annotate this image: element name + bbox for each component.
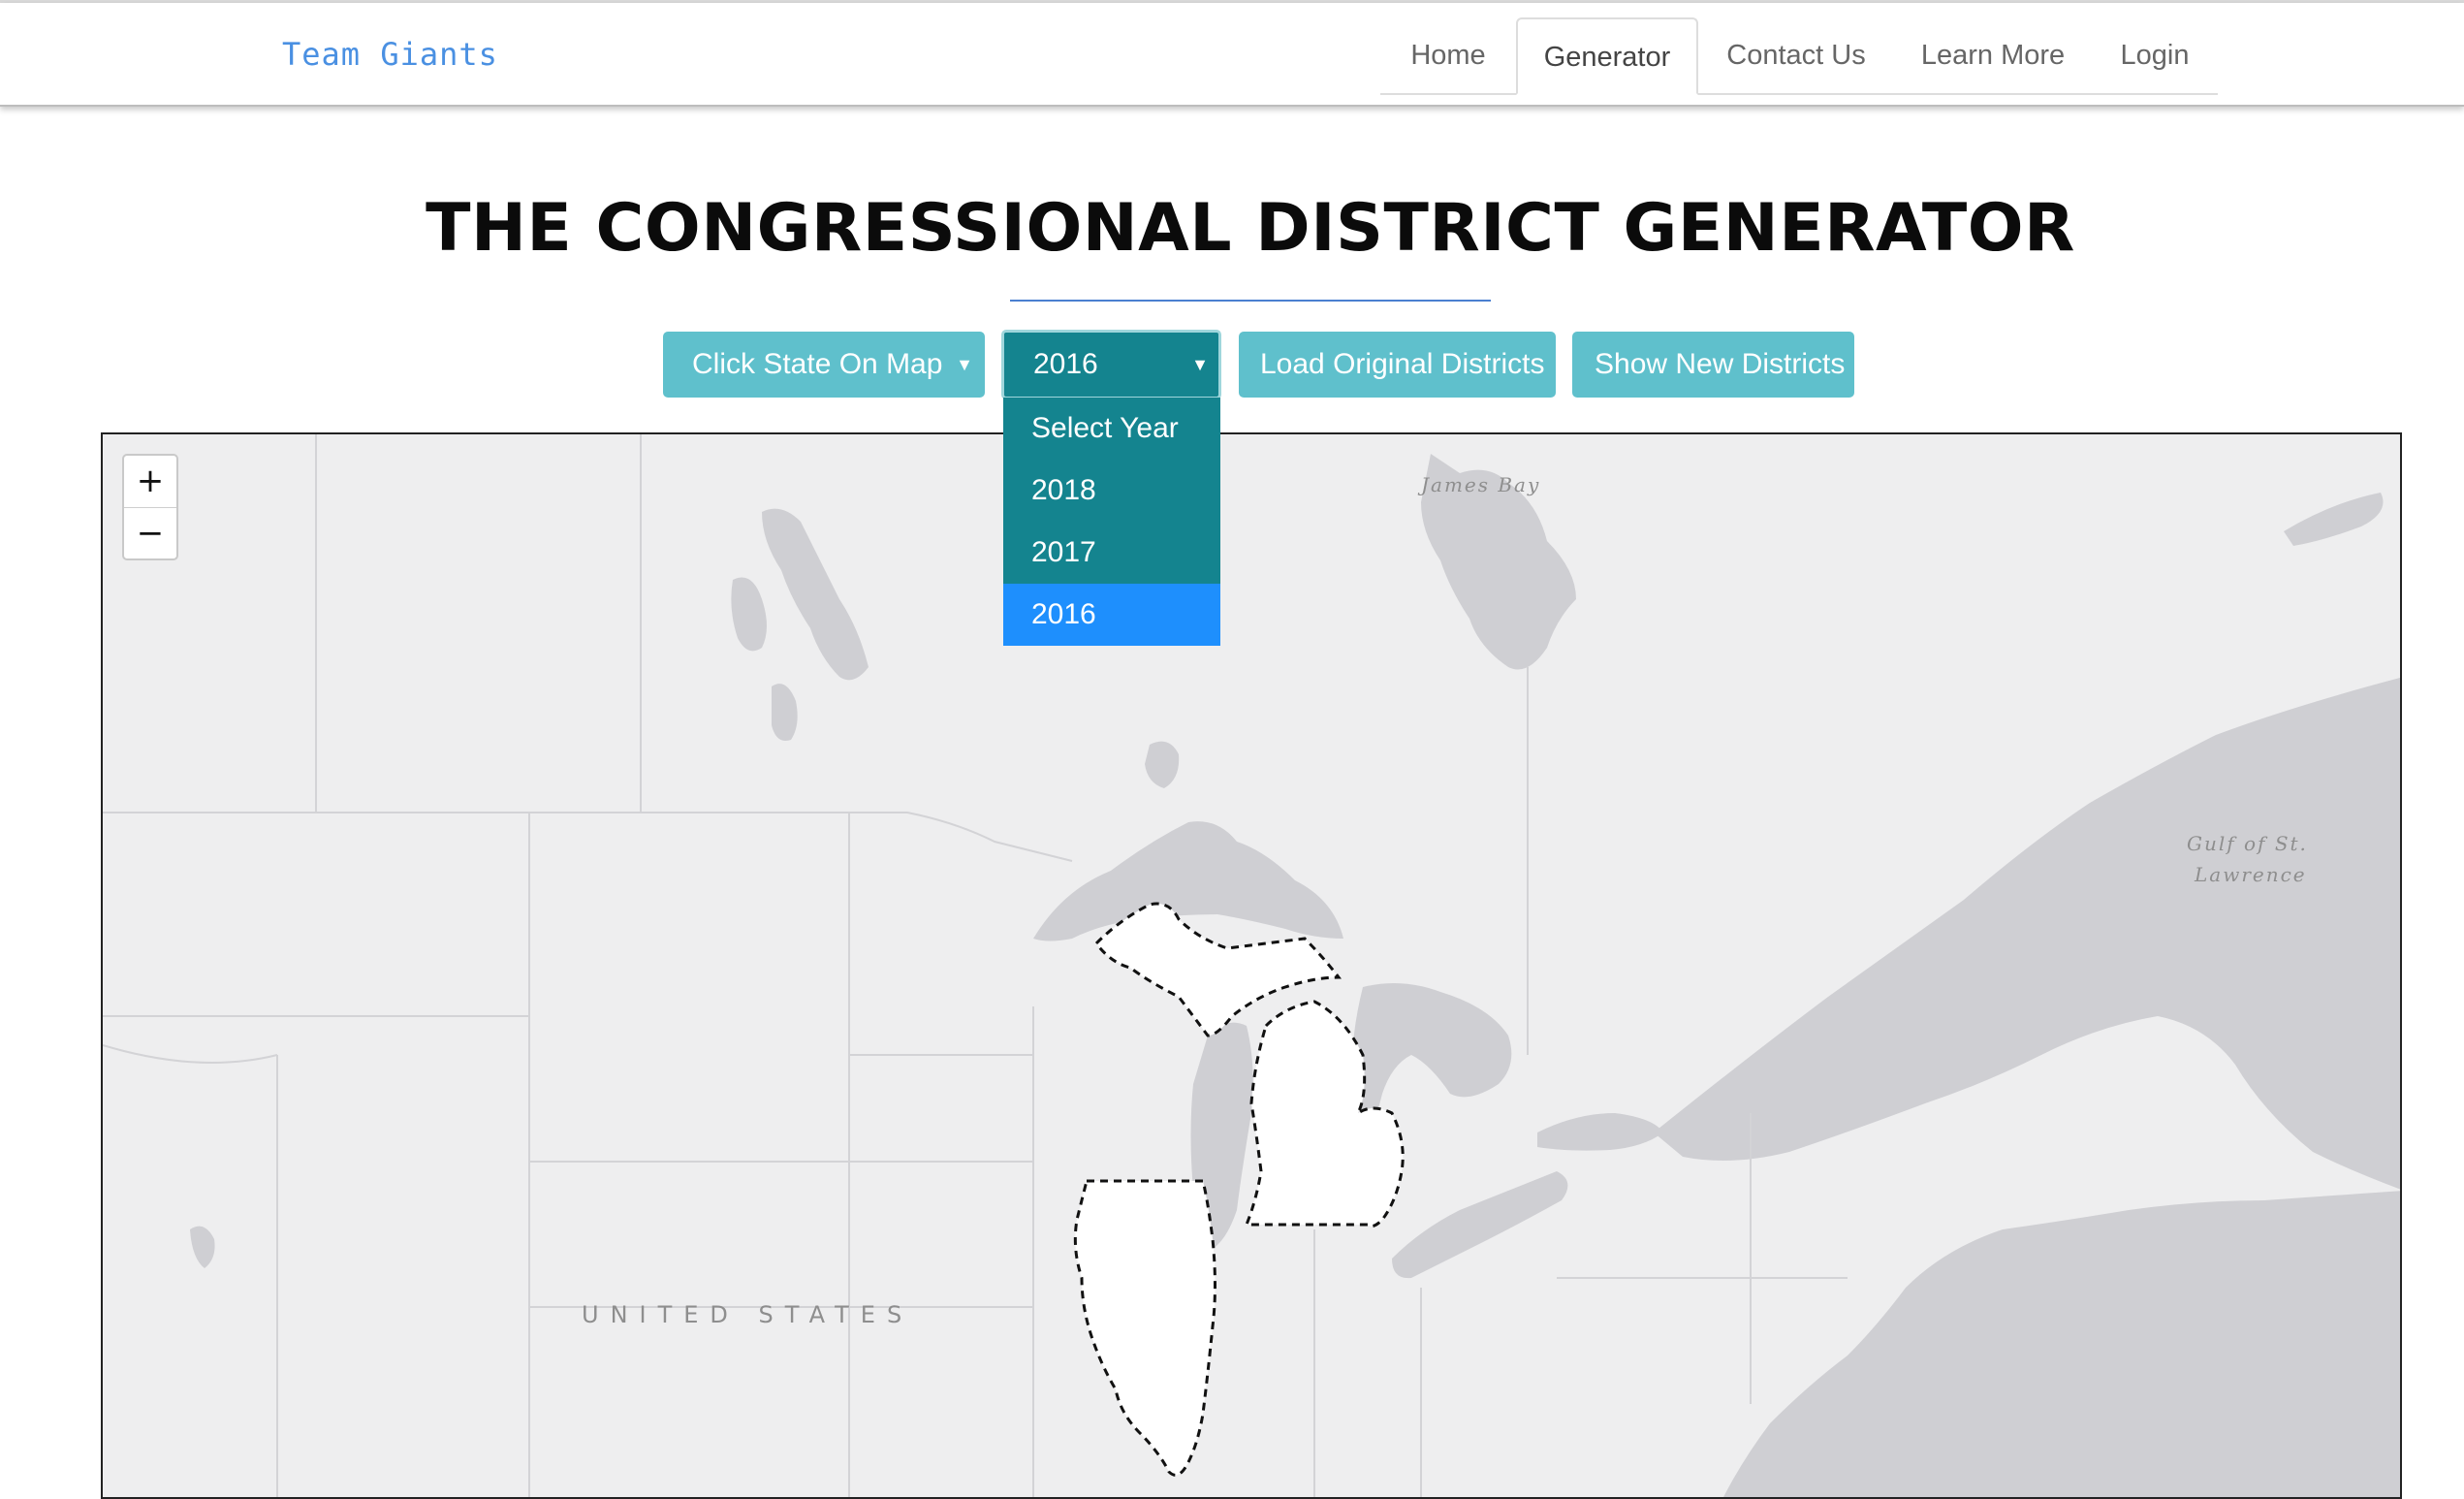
gulf-of-st-lawrence (1654, 678, 2400, 1190)
load-original-districts-button[interactable]: Load Original Districts (1239, 332, 1556, 398)
map-label-united-states: UNITED STATES (582, 1301, 914, 1328)
lake-ontario (1537, 1113, 1663, 1151)
lake-erie (1392, 1171, 1568, 1279)
lake-nipigon (1145, 741, 1180, 788)
map-label-gulf-2: Lawrence (2195, 863, 2307, 886)
northern-island (2284, 493, 2384, 546)
tab-learn-more[interactable]: Learn More (1894, 17, 2092, 93)
brand-link[interactable]: Team Giants (282, 36, 498, 73)
illinois[interactable] (1073, 1179, 1216, 1477)
tab-generator[interactable]: Generator (1516, 17, 1698, 95)
basemap (103, 434, 2400, 1497)
map-label-james-bay: James Bay (1421, 473, 1541, 496)
map-label-gulf-1: Gulf of St. (2187, 832, 2308, 855)
zoom-out-button[interactable]: − (124, 508, 176, 559)
zoom-control: + − (122, 454, 178, 560)
chevron-down-icon: ▼ (1191, 355, 1209, 374)
lake-superior (1033, 821, 1343, 941)
tab-login[interactable]: Login (2092, 17, 2218, 93)
atlantic-ocean (1723, 1191, 2400, 1497)
chevron-down-icon: ▼ (956, 355, 973, 374)
lake-manitoba (731, 577, 767, 652)
title-underline (1010, 300, 1491, 302)
tab-home[interactable]: Home (1380, 17, 1516, 93)
year-option-select-year[interactable]: Select Year (1003, 398, 1220, 460)
state-select[interactable]: Click State On Map ▼ (663, 332, 985, 398)
state-select-label: Click State On Map (692, 348, 943, 380)
year-select[interactable]: 2016 ▼ (1001, 330, 1221, 399)
year-option-2016[interactable]: 2016 (1003, 584, 1220, 646)
navbar: Team Giants Home Generator Contact Us Le… (0, 3, 2464, 107)
zoom-in-button[interactable]: + (124, 456, 176, 507)
year-dropdown-menu: Select Year 2018 2017 2016 (1003, 398, 1220, 646)
state-border-3 (103, 1044, 278, 1064)
lake-winnipegosis (772, 684, 798, 741)
year-select-value: 2016 (1033, 348, 1098, 380)
map-view[interactable]: + − James Bay Gulf of St. Lawrence UNITE… (101, 432, 2402, 1499)
lake-winnipeg (762, 508, 869, 681)
nav-tabs: Home Generator Contact Us Learn More Log… (1380, 17, 2218, 95)
show-new-districts-button[interactable]: Show New Districts (1572, 332, 1854, 398)
tab-contact-us[interactable]: Contact Us (1698, 17, 1894, 93)
small-lake (190, 1226, 215, 1268)
year-option-2018[interactable]: 2018 (1003, 460, 1220, 522)
year-option-2017[interactable]: 2017 (1003, 522, 1220, 584)
page-title: THE CONGRESSIONAL DISTRICT GENERATOR (426, 190, 2075, 267)
us-canada-border (103, 812, 1073, 862)
